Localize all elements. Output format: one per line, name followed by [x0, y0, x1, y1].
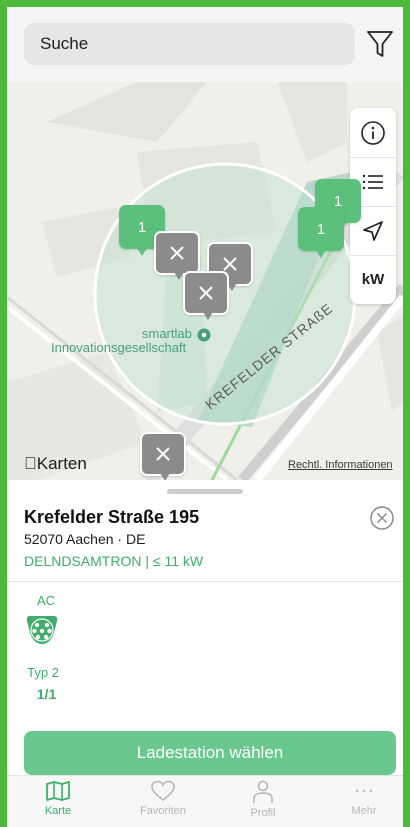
cluster-pin[interactable]: 1	[298, 207, 344, 258]
station-detail-sheet: Krefelder Straße 195 52070 Aachen · DE D…	[7, 480, 403, 827]
info-button[interactable]	[350, 108, 396, 157]
close-circle-icon	[370, 506, 394, 530]
station-title: Krefelder Straße 195	[24, 507, 200, 527]
kw-filter-button[interactable]: kW	[350, 255, 396, 304]
person-icon	[253, 780, 273, 803]
search-placeholder: Suche	[40, 34, 89, 53]
availability-count: 1/1	[36, 686, 57, 702]
poi-pin-icon	[197, 328, 211, 342]
info-icon	[361, 120, 385, 145]
legal-info-link[interactable]: Rechtl. Informationen	[288, 459, 393, 471]
close-sheet-button[interactable]	[369, 505, 395, 531]
station-operator: DELNDSAMTRON | ≤ 11 kW	[24, 553, 204, 569]
sheet-grabber[interactable]	[167, 489, 243, 494]
poi-label-subtitle: Innovationsgesellschaft	[51, 340, 187, 355]
top-bar: Suche	[7, 7, 403, 82]
poi-label-name: smartlab	[142, 326, 192, 341]
close-icon	[170, 246, 184, 260]
tab-profil[interactable]: Profil	[228, 780, 298, 826]
filter-funnel-icon	[367, 31, 393, 57]
list-icon	[362, 174, 383, 189]
tab-mehr[interactable]: Mehr	[329, 780, 399, 826]
tab-favoriten[interactable]: Favoriten	[128, 780, 198, 826]
map-view[interactable]: kW 1 1 1 smartlab Innovationsgesellschaf…	[7, 82, 403, 480]
type2-plug-icon	[26, 616, 58, 644]
tab-karte[interactable]: Karte	[23, 780, 93, 826]
filter-button[interactable]	[365, 27, 395, 61]
close-icon	[156, 447, 170, 461]
heart-icon	[151, 780, 175, 802]
map-attribution: Karten	[24, 454, 87, 473]
unavailable-station-pin[interactable]	[140, 432, 186, 480]
location-arrow-icon	[363, 220, 383, 241]
current-type-label: AC	[36, 593, 56, 608]
station-address: 52070 Aachen · DE	[24, 531, 146, 547]
app-screen: Suche kW 1 1 1 smartlab Innovationsgesel…	[7, 7, 403, 827]
unavailable-station-pin[interactable]	[154, 231, 200, 280]
unavailable-station-pin[interactable]	[183, 271, 229, 320]
search-input[interactable]: Suche	[24, 23, 355, 65]
divider	[7, 581, 403, 582]
plug-type-label: Typ 2	[27, 665, 59, 680]
map-icon	[46, 781, 70, 801]
tab-bar: Karte Favoriten Profil Mehr	[7, 775, 403, 827]
select-station-button[interactable]: Ladestation wählen	[24, 731, 396, 775]
close-icon	[199, 286, 213, 300]
more-dots-icon	[355, 789, 373, 793]
apple-logo-icon: 	[24, 454, 37, 473]
